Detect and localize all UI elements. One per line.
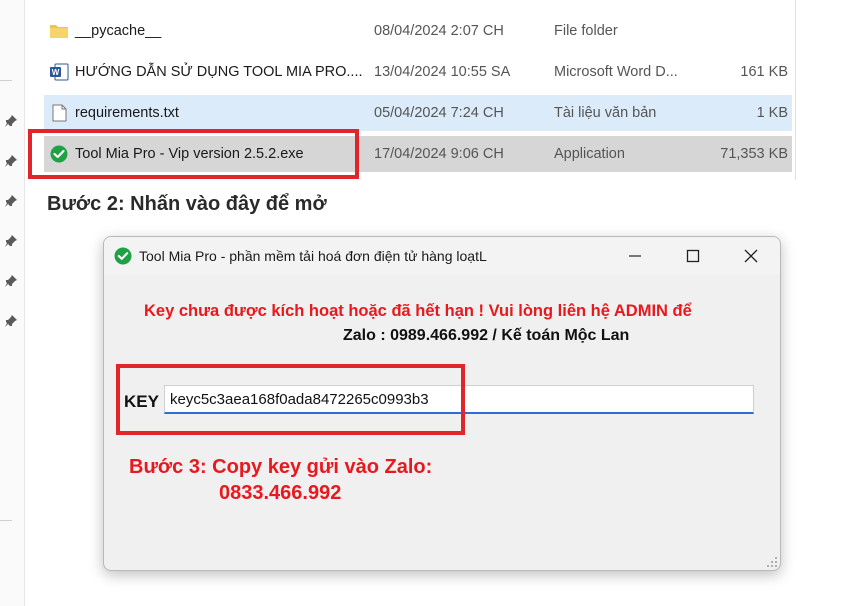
file-date: 05/04/2024 7:24 CH xyxy=(374,105,504,121)
pin-icon[interactable] xyxy=(4,194,18,208)
check-circle-icon xyxy=(114,247,132,265)
pin-icon[interactable] xyxy=(4,314,18,328)
file-type: File folder xyxy=(554,23,618,39)
step-3-zalo-number: 0833.466.992 xyxy=(219,482,342,504)
file-row-pycache[interactable]: __pycache__ 08/04/2024 2:07 CH File fold… xyxy=(44,13,792,49)
file-size: 71,353 KB xyxy=(720,146,788,162)
maximize-button[interactable] xyxy=(664,237,722,275)
admin-contact: Zalo : 0989.466.992 / Kế toán Mộc Lan xyxy=(343,327,630,344)
step-2-instruction: Bước 2: Nhấn vào đây để mở xyxy=(47,193,327,215)
file-date: 08/04/2024 2:07 CH xyxy=(374,23,504,39)
file-row-requirements[interactable]: requirements.txt 05/04/2024 7:24 CH Tài … xyxy=(44,95,792,131)
file-name: HƯỚNG DẪN SỬ DỤNG TOOL MIA PRO.... xyxy=(75,64,363,80)
pin-icon[interactable] xyxy=(4,154,18,168)
step-3-instruction: Bước 3: Copy key gửi vào Zalo: xyxy=(129,456,433,478)
file-name: requirements.txt xyxy=(75,105,179,121)
close-icon xyxy=(744,249,758,263)
details-divider xyxy=(795,0,796,180)
file-size: 1 KB xyxy=(756,105,788,121)
resize-grip-icon[interactable] xyxy=(766,556,778,568)
key-warning-message: Key chưa được kích hoạt hoặc đã hết hạn … xyxy=(144,302,692,320)
dialog-title: Tool Mia Pro - phần mềm tải hoá đơn điện… xyxy=(139,248,487,264)
file-name: __pycache__ xyxy=(75,23,162,39)
nav-divider xyxy=(0,520,12,521)
word-document-icon: W xyxy=(50,63,69,81)
file-date: 13/04/2024 10:55 SA xyxy=(374,64,511,80)
pin-icon[interactable] xyxy=(4,274,18,288)
folder-icon xyxy=(50,25,68,38)
file-type: Application xyxy=(554,146,625,162)
file-type: Microsoft Word D... xyxy=(554,64,678,80)
file-date: 17/04/2024 9:06 CH xyxy=(374,146,504,162)
minimize-button[interactable] xyxy=(606,237,664,275)
highlight-box-key xyxy=(116,364,465,435)
minimize-icon xyxy=(629,255,641,257)
dialog-title-bar[interactable]: Tool Mia Pro - phần mềm tải hoá đơn điện… xyxy=(104,237,780,275)
file-type: Tài liệu văn bản xyxy=(554,105,657,121)
svg-text:W: W xyxy=(52,68,60,77)
maximize-icon xyxy=(686,249,700,263)
text-file-icon xyxy=(52,104,67,122)
file-row-huong-dan[interactable]: W HƯỚNG DẪN SỬ DỤNG TOOL MIA PRO.... 13/… xyxy=(44,54,792,90)
pin-icon[interactable] xyxy=(4,234,18,248)
highlight-box-exe xyxy=(28,129,359,179)
navigation-pane xyxy=(0,0,25,606)
close-button[interactable] xyxy=(722,237,780,275)
pin-icon[interactable] xyxy=(4,114,18,128)
nav-divider xyxy=(0,80,12,81)
file-size: 161 KB xyxy=(740,64,788,80)
